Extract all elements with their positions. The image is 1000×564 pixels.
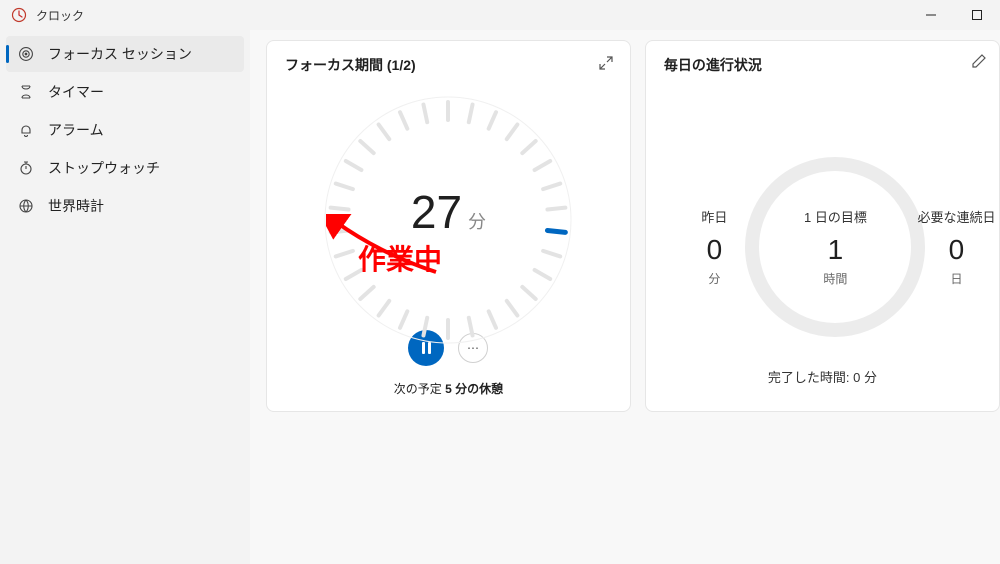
progress-card-title: 毎日の進行状況	[664, 55, 981, 75]
main-content: フォーカス期間 (1/2) 27 分 ⋯	[250, 30, 1000, 564]
app-title: クロック	[36, 7, 84, 24]
bell-icon	[18, 122, 34, 138]
globe-icon	[18, 198, 34, 214]
title-bar: クロック	[0, 0, 1000, 30]
metric-label: 昨日	[674, 207, 754, 226]
metric-unit: 分	[674, 270, 754, 287]
metric-label: 必要な連続日	[916, 207, 996, 226]
focus-card-title: フォーカス期間 (1/2)	[285, 55, 416, 75]
metric-unit: 時間	[823, 270, 847, 287]
sidebar-item-world-clock[interactable]: 世界時計	[6, 188, 244, 224]
metric-yesterday: 昨日 0 分	[674, 207, 754, 287]
metric-value: 0	[674, 234, 754, 266]
metric-label: 1 日の目標	[804, 207, 867, 226]
focus-timer-dial: 27 分	[323, 95, 573, 328]
minimize-button[interactable]	[908, 0, 954, 30]
app-icon	[10, 6, 28, 24]
next-up-text: 次の予定 5 分の休憩	[394, 380, 503, 397]
sidebar-item-focus-session[interactable]: フォーカス セッション	[6, 36, 244, 72]
sidebar-item-label: アラーム	[48, 120, 104, 140]
sidebar-item-label: ストップウォッチ	[48, 158, 160, 178]
edit-button[interactable]	[971, 53, 991, 73]
sidebar-item-label: フォーカス セッション	[48, 44, 192, 64]
sidebar-item-alarm[interactable]: アラーム	[6, 112, 244, 148]
maximize-button[interactable]	[954, 0, 1000, 30]
sidebar-item-label: タイマー	[48, 82, 104, 102]
sidebar-item-timer[interactable]: タイマー	[6, 74, 244, 110]
metric-streak: 必要な連続日 0 日	[916, 207, 996, 287]
metric-value: 1	[828, 234, 844, 266]
expand-button[interactable]	[596, 53, 616, 73]
metric-unit: 日	[916, 270, 996, 287]
sidebar: フォーカス セッション タイマー アラーム ストップウォッチ	[0, 30, 250, 564]
completed-time-text: 完了した時間: 0 分	[664, 367, 981, 386]
daily-goal-ring: 1 日の目標 1 時間	[745, 157, 925, 337]
sidebar-item-stopwatch[interactable]: ストップウォッチ	[6, 150, 244, 186]
focus-session-card: フォーカス期間 (1/2) 27 分 ⋯	[266, 40, 631, 412]
metric-value: 0	[916, 234, 996, 266]
stopwatch-icon	[18, 160, 34, 176]
sidebar-item-label: 世界時計	[48, 196, 104, 216]
daily-progress-card: 毎日の進行状況 昨日 0 分 1 日の目標 1 時間	[645, 40, 1000, 412]
hourglass-icon	[18, 84, 34, 100]
target-icon	[18, 46, 34, 62]
